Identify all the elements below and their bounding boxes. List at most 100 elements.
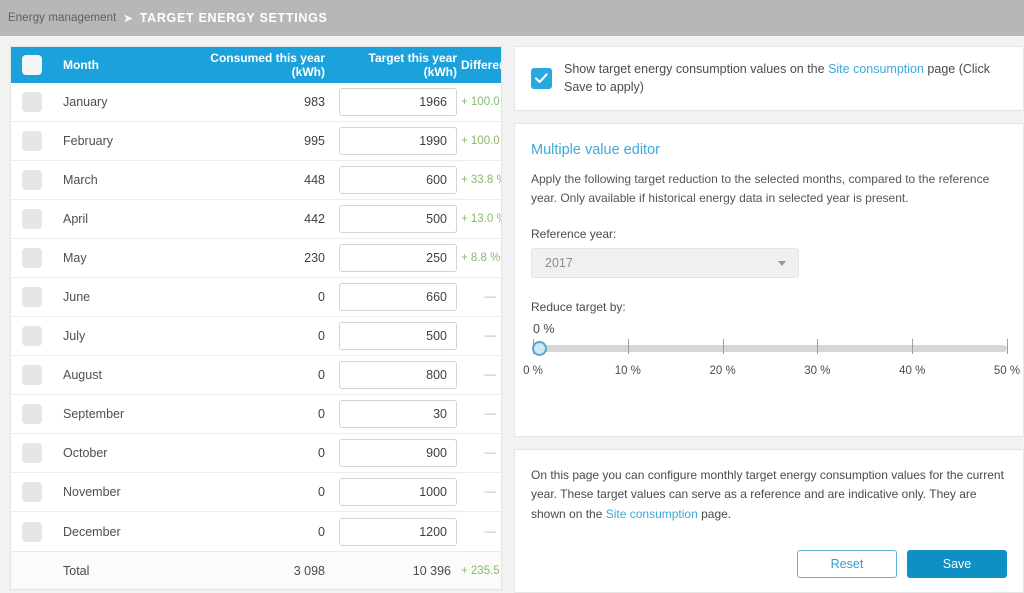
target-input[interactable]	[339, 400, 457, 428]
cell-difference: + 8.8 %	[461, 252, 501, 264]
cell-consumed: 0	[318, 407, 325, 421]
row-checkbox[interactable]	[11, 170, 53, 190]
cell-target	[333, 205, 461, 233]
cell-target	[333, 400, 461, 428]
cell-target	[333, 166, 461, 194]
cell-difference: —	[484, 369, 497, 381]
row-checkbox[interactable]	[11, 365, 53, 385]
target-input[interactable]	[339, 478, 457, 506]
show-targets-label: Show target energy consumption values on…	[564, 61, 1007, 96]
target-input[interactable]	[339, 127, 457, 155]
slider-track[interactable]	[533, 345, 1007, 353]
reduce-target-label: Reduce target by:	[531, 300, 626, 315]
checkbox-box-icon	[22, 365, 42, 385]
table-row: June 0 —	[11, 278, 501, 317]
checkbox-box-icon	[22, 209, 42, 229]
reduce-target-slider[interactable]	[532, 339, 1008, 357]
row-checkbox[interactable]	[11, 248, 53, 268]
info-text: On this page you can configure monthly t…	[531, 466, 1007, 524]
checkbox-box-icon	[22, 131, 42, 151]
cell-consumed: 0	[318, 524, 325, 539]
cell-consumed: 995	[304, 134, 325, 148]
target-input[interactable]	[339, 517, 457, 546]
editor-title: Multiple value editor	[531, 142, 660, 158]
save-button[interactable]: Save	[907, 550, 1007, 578]
cell-month: January	[63, 95, 108, 109]
cell-difference: —	[484, 486, 497, 498]
table-row: January 983 + 100.0 %	[11, 83, 501, 122]
cell-difference: + 33.8 %	[461, 174, 501, 186]
slider-tick-label: 40 %	[899, 365, 926, 378]
row-checkbox[interactable]	[11, 209, 53, 229]
row-checkbox[interactable]	[11, 404, 53, 424]
cell-difference: + 100.0 %	[461, 96, 501, 108]
cell-difference: —	[484, 525, 497, 538]
cell-consumed: 230	[304, 251, 325, 265]
cell-difference: —	[484, 408, 497, 420]
table-row: March 448 + 33.8 %	[11, 161, 501, 200]
target-input[interactable]	[339, 88, 457, 116]
cell-month: December	[63, 524, 121, 539]
cell-month: September	[63, 407, 125, 421]
row-checkbox[interactable]	[11, 443, 53, 463]
slider-tick	[1007, 339, 1008, 355]
target-input[interactable]	[339, 166, 457, 194]
show-targets-checkbox[interactable]	[531, 68, 552, 89]
table-row: September 0 —	[11, 395, 501, 434]
slider-tick-label: 50 %	[993, 365, 1021, 378]
column-header-difference[interactable]: Difference	[461, 58, 501, 72]
cell-consumed: 0	[318, 446, 325, 460]
column-header-consumed[interactable]: Consumed this year (kWh)	[193, 51, 333, 79]
action-buttons: Reset Save	[531, 550, 1007, 578]
checkbox-box-icon	[22, 248, 42, 268]
table-row: October 0 —	[11, 434, 501, 473]
row-checkbox[interactable]	[11, 287, 53, 307]
cell-target	[333, 478, 461, 506]
total-consumed: 3 098	[293, 563, 325, 578]
reference-year-select[interactable]: 2017	[531, 248, 799, 279]
cell-difference: —	[484, 291, 497, 303]
target-input[interactable]	[339, 439, 457, 467]
cell-difference: + 13.0 %	[461, 213, 501, 225]
column-header-month[interactable]: Month	[53, 58, 193, 72]
slider-tick-label: 10 %	[614, 365, 641, 378]
total-target: 10 396	[412, 563, 451, 578]
row-checkbox[interactable]	[11, 521, 53, 542]
cell-consumed: 0	[318, 485, 325, 499]
site-consumption-link-top[interactable]: Site consumption	[828, 62, 924, 76]
slider-handle[interactable]	[532, 341, 547, 357]
cell-consumed: 448	[304, 173, 325, 187]
cell-month: April	[63, 212, 89, 226]
checkbox-box-icon	[22, 287, 42, 307]
cell-target	[333, 439, 461, 467]
site-consumption-link-bottom[interactable]: Site consumption	[606, 507, 698, 521]
row-checkbox[interactable]	[11, 131, 53, 151]
slider-tick	[912, 339, 914, 355]
breadcrumb-parent[interactable]: Energy management	[8, 12, 116, 24]
target-input[interactable]	[339, 244, 457, 272]
breadcrumb: Energy management ➤ TARGET ENERGY SETTIN…	[0, 0, 1024, 36]
multiple-value-editor-card: Multiple value editor Apply the followin…	[514, 123, 1024, 437]
cell-month: June	[63, 290, 91, 304]
cell-month: March	[63, 173, 98, 187]
row-checkbox[interactable]	[11, 92, 53, 112]
target-input[interactable]	[339, 283, 457, 311]
info-text-part-1: On this page you can configure monthly t…	[531, 467, 1004, 521]
cell-consumed: 0	[318, 329, 325, 343]
slider-tick	[722, 339, 724, 355]
column-header-target[interactable]: Target this year (kWh)	[333, 51, 461, 79]
cell-month: May	[63, 251, 87, 265]
target-input[interactable]	[339, 322, 457, 350]
row-checkbox[interactable]	[11, 482, 53, 502]
target-input[interactable]	[339, 361, 457, 389]
page-title: TARGET ENERGY SETTINGS	[139, 11, 328, 25]
chevron-down-icon	[778, 260, 786, 266]
row-checkbox[interactable]	[11, 326, 53, 346]
select-all-checkbox[interactable]	[11, 55, 53, 75]
reset-button[interactable]: Reset	[797, 550, 897, 578]
checkbox-box-icon	[22, 92, 42, 112]
checkmark-icon	[535, 73, 548, 84]
checkbox-box-icon	[22, 443, 42, 463]
cell-month: November	[63, 485, 121, 499]
target-input[interactable]	[339, 205, 457, 233]
